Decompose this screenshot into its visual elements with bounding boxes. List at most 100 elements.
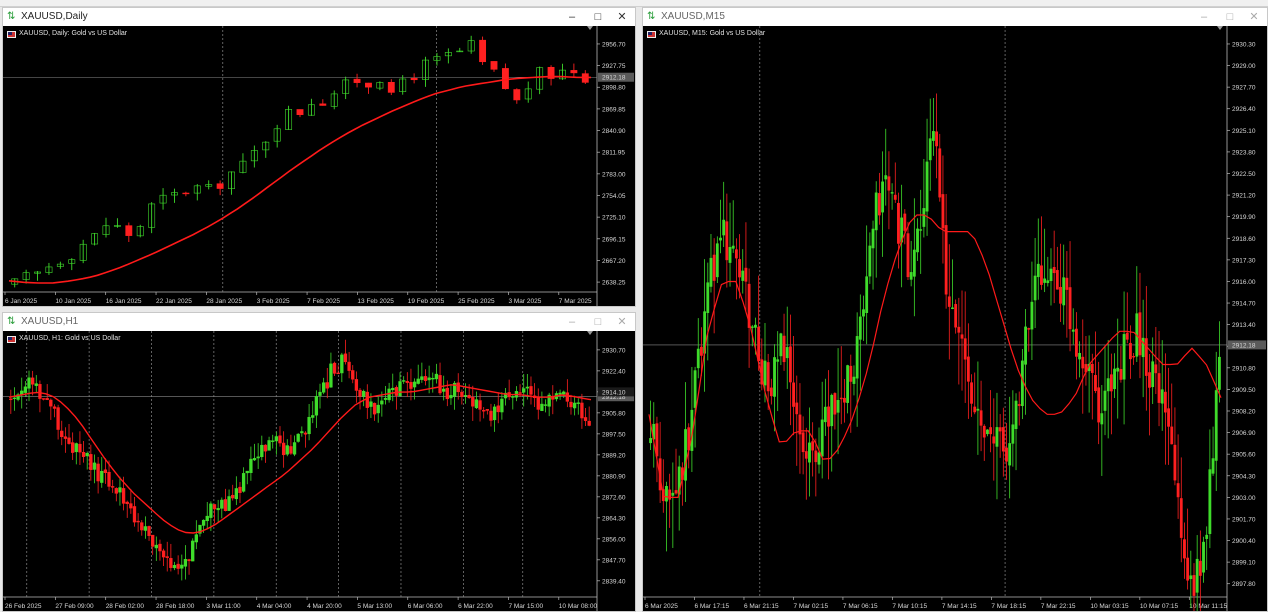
y-tick-label: 2900.40 [1232, 538, 1256, 545]
candle-body [817, 452, 821, 465]
candle-body [445, 387, 449, 400]
title-bar[interactable]: ⇅ XAUUSD,H1 – □ ✕ [3, 313, 635, 331]
minimize-button[interactable]: – [563, 314, 581, 330]
candle-body [951, 307, 954, 309]
chart-window-daily[interactable]: ⇅ XAUUSD,Daily – □ ✕ XAUUSD, Daily: Gold… [2, 7, 636, 307]
x-tick-label: 4 Mar 04:00 [257, 603, 292, 610]
chart-area[interactable]: XAUUSD, M15: Gold vs US Dollar 2930.30 29… [643, 26, 1267, 611]
candle-body [887, 176, 891, 191]
candle-body [1205, 534, 1209, 539]
candle-body [1163, 391, 1167, 413]
candle-body [485, 409, 489, 411]
candle-body [1036, 263, 1040, 278]
minimize-button[interactable]: – [563, 9, 581, 25]
candle-body [814, 450, 818, 463]
candle-body [1033, 275, 1037, 301]
chart-area[interactable]: XAUUSD, H1: Gold vs US Dollar 2930.70 292… [3, 331, 635, 611]
y-tick-label: 2914.70 [1232, 301, 1256, 308]
candle-body [1208, 469, 1212, 534]
close-button[interactable]: ✕ [613, 314, 631, 330]
candle-body [216, 508, 220, 511]
x-tick-label: 4 Mar 20:00 [307, 603, 342, 610]
candle-body [738, 259, 741, 278]
candle-body [319, 103, 327, 106]
y-tick-label: 2905.60 [1232, 452, 1256, 459]
candle-body [511, 396, 515, 398]
candle-body [543, 404, 548, 406]
x-tick-label: 26 Feb 2025 [5, 603, 42, 610]
candle-body [804, 451, 808, 459]
candle-body [496, 405, 500, 413]
minimize-button[interactable]: – [1195, 9, 1213, 25]
candle-body [693, 370, 697, 408]
chart-window-icon: ⇅ [647, 11, 656, 22]
candle-body [456, 382, 460, 393]
toolbar-strip [0, 0, 1268, 7]
candle-body [982, 425, 986, 438]
chart-window-icon: ⇅ [7, 11, 16, 22]
candle-body [855, 336, 859, 379]
y-tick-label: 2899.10 [1232, 560, 1256, 567]
candle-body [52, 406, 57, 409]
close-button[interactable]: ✕ [1245, 9, 1263, 25]
candle-body [865, 276, 869, 314]
candlestick-chart[interactable]: 2930.30 2929.00 2927.70 2926.40 2925.10 2923.… [643, 26, 1267, 611]
candle-body [570, 70, 578, 74]
candle-body [241, 473, 246, 492]
candle-body [871, 228, 875, 249]
candle-body [296, 109, 304, 115]
candle-body [674, 490, 678, 494]
title-bar[interactable]: ⇅ XAUUSD,M15 – □ ✕ [643, 8, 1267, 26]
candle-body [172, 565, 177, 569]
candle-body [70, 442, 75, 453]
x-tick-label: 10 Mar 07:15 [1140, 603, 1179, 610]
x-tick-label: 7 Mar 06:15 [843, 603, 878, 610]
chart-window-h1[interactable]: ⇅ XAUUSD,H1 – □ ✕ XAUUSD, H1: Gold vs US… [2, 312, 636, 612]
candlestick-chart[interactable]: 2956.70 2927.75 2898.80 2869.85 2840.90 2811.… [3, 26, 635, 306]
candle-body [1106, 378, 1110, 392]
chart-area[interactable]: XAUUSD, Daily: Gold vs US Dollar 2956.70… [3, 26, 635, 306]
candle-body [1138, 312, 1142, 356]
close-button[interactable]: ✕ [613, 9, 631, 25]
chart-window-m15[interactable]: ⇅ XAUUSD,M15 – □ ✕ XAUUSD, M15: Gold vs … [642, 7, 1268, 612]
candle-body [728, 247, 732, 263]
candle-body [60, 430, 64, 438]
x-tick-label: 7 Mar 15:00 [508, 603, 543, 610]
x-tick-label: 25 Feb 2025 [458, 298, 495, 305]
x-tick-label: 10 Mar 03:15 [1090, 603, 1129, 610]
y-tick-label: 2913.40 [1232, 322, 1256, 329]
y-tick-label: 2904.30 [1232, 473, 1256, 480]
candle-body [402, 380, 406, 382]
x-tick-label: 28 Jan 2025 [206, 298, 242, 305]
maximize-button[interactable]: □ [589, 9, 607, 25]
candle-body [970, 382, 973, 404]
candle-body [843, 397, 846, 403]
candle-body [121, 488, 126, 504]
candle-body [143, 526, 148, 531]
candle-body [725, 221, 729, 261]
candle-body [1020, 360, 1024, 407]
title-bar[interactable]: ⇅ XAUUSD,Daily – □ ✕ [3, 8, 635, 26]
candle-body [839, 397, 843, 400]
candle-body [1198, 560, 1202, 576]
candle-body [954, 304, 958, 328]
current-price-label: 2912.18 [1232, 342, 1256, 349]
window-title: XAUUSD,M15 [661, 11, 725, 22]
y-tick-label: 2927.75 [602, 63, 626, 70]
candlestick-chart[interactable]: 2930.70 2922.40 2914.10 2905.80 2897.50 2889.… [3, 331, 635, 611]
candle-body [941, 194, 945, 229]
candle-body [353, 78, 361, 83]
candle-body [125, 225, 133, 236]
candle-body [289, 446, 293, 454]
candle-body [769, 387, 773, 397]
candle-body [361, 390, 366, 397]
candle-body [161, 550, 166, 558]
candle-body [410, 77, 418, 81]
maximize-button[interactable]: □ [1221, 9, 1239, 25]
candle-body [715, 243, 719, 278]
maximize-button[interactable]: □ [589, 314, 607, 330]
candle-body [438, 375, 442, 394]
y-tick-label: 2917.30 [1232, 257, 1256, 264]
candle-body [103, 469, 108, 474]
y-tick-label: 2930.30 [1232, 41, 1256, 48]
